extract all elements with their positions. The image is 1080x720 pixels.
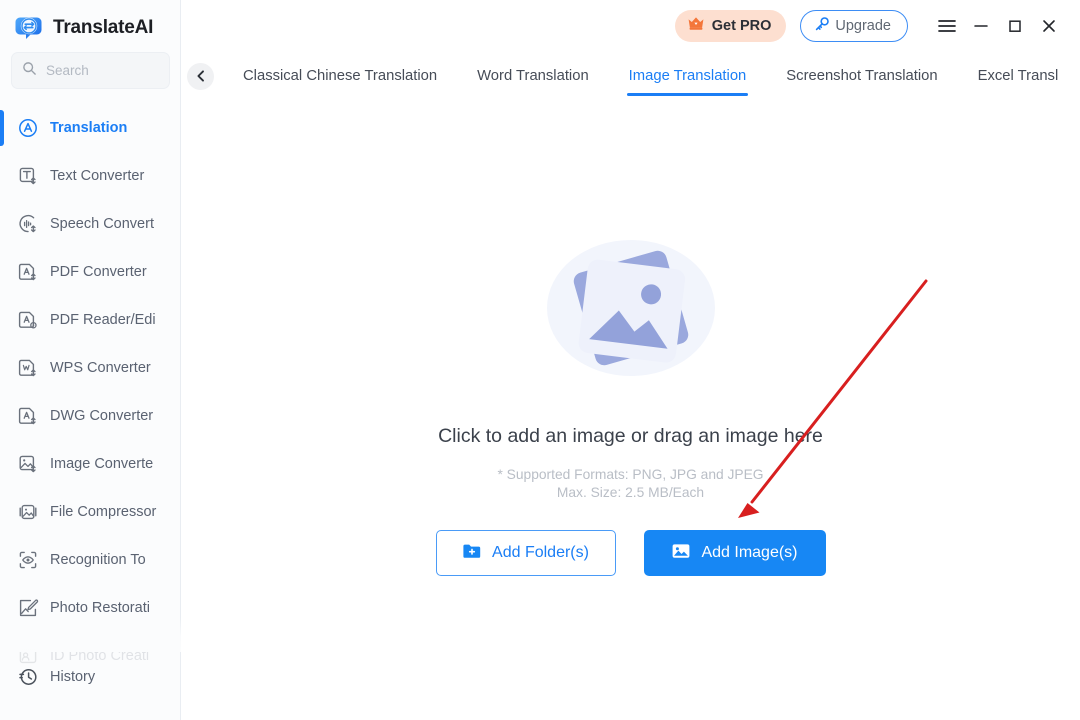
add-folder-label: Add Folder(s) (492, 544, 589, 561)
image-dropzone[interactable]: Click to add an image or drag an image h… (181, 100, 1080, 720)
tab-screenshot-translation[interactable]: Screenshot Translation (766, 52, 957, 100)
sidebar-item-label: WPS Converter (50, 360, 151, 376)
sidebar-item-photo-restoration[interactable]: Photo Restorati (0, 584, 181, 632)
titlebar: Get PRO Upgrade (181, 0, 1080, 52)
sidebar-item-pdf-converter[interactable]: PDF Converter (0, 248, 181, 296)
add-image-button[interactable]: Add Image(s) (643, 530, 826, 576)
sidebar-item-translation[interactable]: Translation (0, 104, 181, 152)
speech-convert-icon (17, 213, 39, 235)
pdf-converter-icon (17, 261, 39, 283)
app-window: TranslateAI Translation (0, 0, 1080, 720)
search-input[interactable] (46, 63, 156, 78)
sidebar-item-file-compressor[interactable]: File Compressor (0, 488, 181, 536)
dropzone-hint: * Supported Formats: PNG, JPG and JPEG M… (497, 466, 763, 502)
folder-plus-icon (462, 542, 482, 565)
sidebar-item-recognition[interactable]: Recognition To (0, 536, 181, 584)
close-icon[interactable] (1032, 9, 1066, 43)
recognition-icon (17, 549, 39, 571)
translation-icon (17, 117, 39, 139)
hamburger-menu-icon[interactable] (930, 9, 964, 43)
sidebar-item-text-converter[interactable]: Text Converter (0, 152, 181, 200)
main-content: Click to add an image or drag an image h… (181, 100, 1080, 720)
app-brand: TranslateAI (14, 10, 153, 46)
wps-converter-icon (17, 357, 39, 379)
sidebar-item-label: PDF Reader/Edi (50, 312, 156, 328)
search-box[interactable] (11, 52, 170, 89)
sidebar-item-speech-convert[interactable]: Speech Convert (0, 200, 181, 248)
add-folder-button[interactable]: Add Folder(s) (435, 530, 616, 576)
search-icon (22, 61, 37, 81)
upgrade-button[interactable]: Upgrade (800, 10, 908, 42)
sidebar-item-label: Image Converte (50, 456, 154, 472)
sidebar-item-image-converter[interactable]: Image Converte (0, 440, 181, 488)
upgrade-label: Upgrade (835, 18, 891, 34)
sidebar-item-label: Photo Restorati (50, 600, 150, 616)
tab-list: Classical Chinese Translation Word Trans… (223, 52, 1078, 100)
image-icon (671, 542, 691, 565)
sidebar-nav: Translation Text Converter Speech Conver… (0, 104, 181, 680)
dropzone-title: Click to add an image or drag an image h… (438, 425, 823, 447)
max-size-text: Max. Size: 2.5 MB/Each (556, 485, 705, 500)
sidebar-item-label: DWG Converter (50, 408, 154, 424)
sidebar-item-label: File Compressor (50, 504, 157, 520)
app-title: TranslateAI (53, 17, 154, 38)
tab-image-translation[interactable]: Image Translation (609, 52, 767, 100)
sidebar-item-pdf-reader-editor[interactable]: PDF Reader/Edi (0, 296, 181, 344)
history-icon (17, 666, 39, 688)
add-image-label: Add Image(s) (701, 544, 798, 561)
sidebar-item-label: PDF Converter (50, 264, 147, 280)
sidebar-bottom: History (0, 653, 181, 701)
sidebar-item-label: Recognition To (50, 552, 146, 568)
sidebar-item-label: History (50, 669, 96, 685)
sidebar-item-label: Speech Convert (50, 216, 154, 232)
sidebar: TranslateAI Translation (0, 0, 181, 720)
dwg-converter-icon (17, 405, 39, 427)
chevron-left-icon[interactable] (187, 62, 214, 90)
file-compressor-icon (17, 501, 39, 523)
tab-bar: Classical Chinese Translation Word Trans… (181, 52, 1080, 100)
sidebar-item-history[interactable]: History (0, 653, 181, 701)
text-converter-icon (17, 165, 39, 187)
get-pro-button[interactable]: Get PRO (674, 10, 787, 42)
tab-word-translation[interactable]: Word Translation (457, 52, 609, 100)
translate-bubble-logo-icon (14, 13, 44, 43)
minimize-icon[interactable] (964, 9, 998, 43)
sidebar-item-wps-converter[interactable]: WPS Converter (0, 344, 181, 392)
sidebar-item-label: Text Converter (50, 168, 145, 184)
sidebar-item-label: Translation (50, 120, 128, 136)
crown-icon (687, 16, 705, 36)
tab-excel-translation[interactable]: Excel Transl (958, 52, 1079, 100)
image-placeholder-illustration-icon (501, 100, 761, 407)
sidebar-item-dwg-converter[interactable]: DWG Converter (0, 392, 181, 440)
maximize-icon[interactable] (998, 9, 1032, 43)
key-icon (814, 16, 830, 37)
dropzone-actions: Add Folder(s) Add Image(s) (435, 530, 826, 576)
image-converter-icon (17, 453, 39, 475)
tab-classical-chinese-translation[interactable]: Classical Chinese Translation (223, 52, 457, 100)
pdf-reader-editor-icon (17, 309, 39, 331)
photo-restoration-icon (17, 597, 39, 619)
get-pro-label: Get PRO (711, 18, 772, 34)
supported-formats-text: * Supported Formats: PNG, JPG and JPEG (497, 467, 764, 482)
